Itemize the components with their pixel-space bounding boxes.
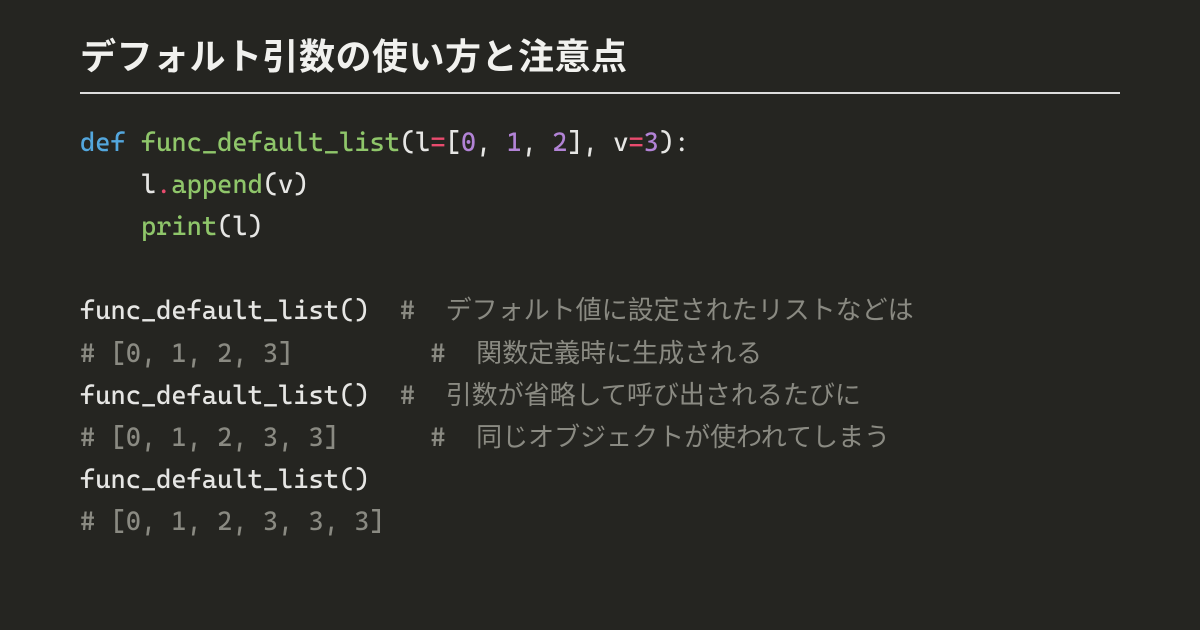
code-line-1: def func_default_list(l=[0, 1, 2], v=3): xyxy=(80,128,689,158)
code-line-6: # [0, 1, 2, 3] # 関数定義時に生成される xyxy=(80,339,762,369)
code-line-7: func_default_list() # 引数が省略して呼び出されるたびに xyxy=(80,381,861,411)
page-title: デフォルト引数の使い方と注意点 xyxy=(80,28,1120,94)
code-line-8: # [0, 1, 2, 3, 3] # 同じオブジェクトが使われてしまう xyxy=(80,423,890,453)
code-block: def func_default_list(l=[0, 1, 2], v=3):… xyxy=(80,122,1120,543)
code-line-3: print(l) xyxy=(80,212,263,242)
code-line-5: func_default_list() # デフォルト値に設定されたリストなどは xyxy=(80,296,914,326)
code-line-9: func_default_list() xyxy=(80,465,369,495)
code-line-10: # [0, 1, 2, 3, 3, 3] xyxy=(80,507,385,537)
code-line-2: l.append(v) xyxy=(80,170,309,200)
